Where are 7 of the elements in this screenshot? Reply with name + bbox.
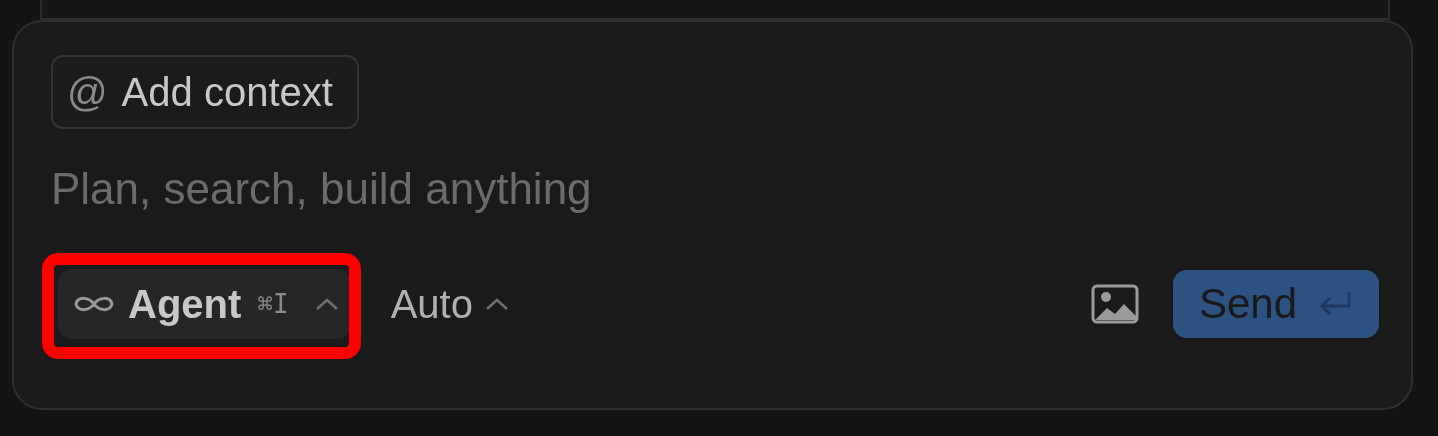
add-context-button[interactable]: @ Add context [51,55,359,129]
prompt-input[interactable]: Plan, search, build anything [51,159,951,219]
caret-icon [314,297,339,311]
image-icon[interactable] [1090,284,1139,324]
agent-mode-button[interactable]: Agent ⌘I [58,269,351,339]
caret-icon [484,297,509,311]
model-button[interactable]: Auto [390,281,509,327]
